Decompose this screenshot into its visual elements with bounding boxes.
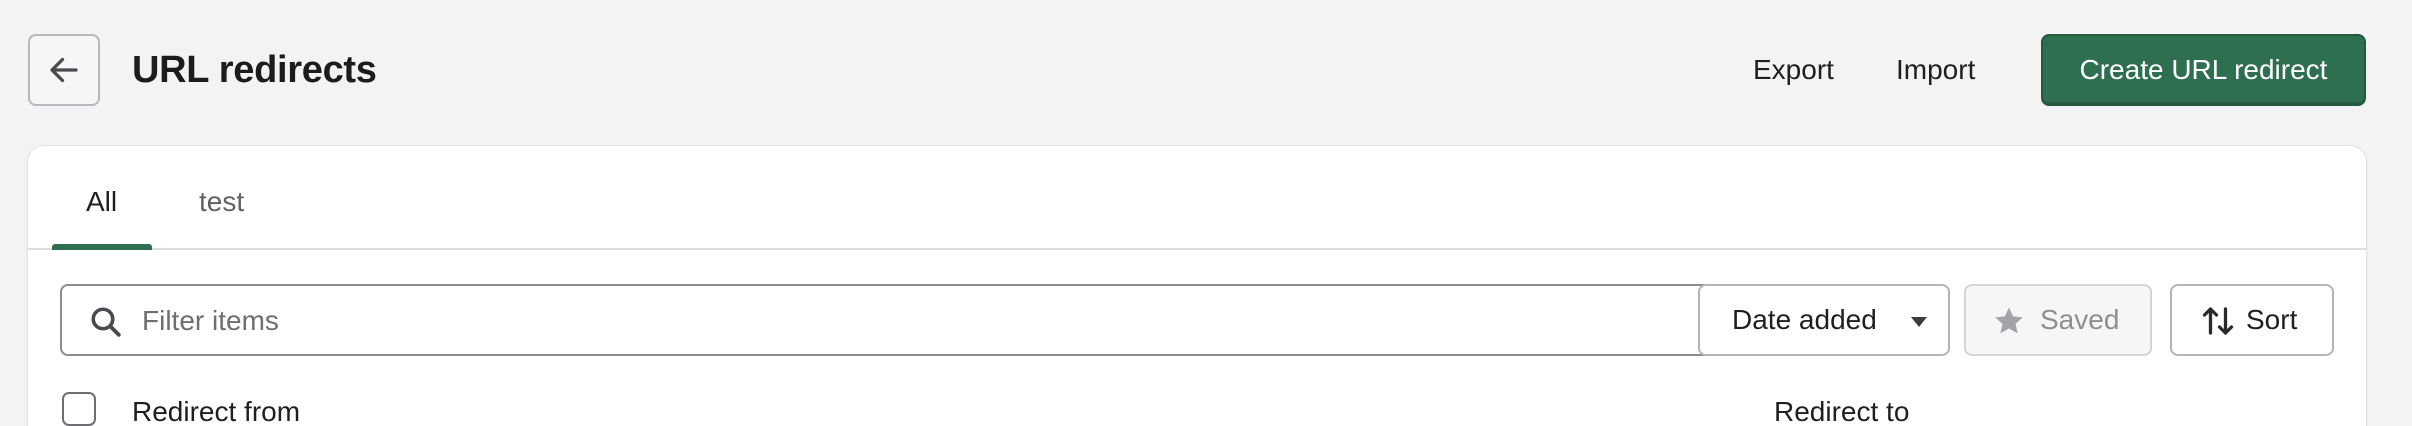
import-button[interactable]: Import [1896, 52, 1975, 88]
tab-all[interactable]: All [86, 184, 117, 220]
export-button[interactable]: Export [1753, 52, 1834, 88]
date-added-filter-button[interactable]: Date added [1698, 284, 1950, 356]
page-title: URL redirects [132, 49, 377, 91]
date-added-label: Date added [1732, 304, 1877, 335]
caret-down-icon [1911, 317, 1927, 327]
redirects-card: All test Date added Saved [28, 146, 2366, 426]
arrow-left-icon [50, 57, 78, 83]
column-header-redirect-from[interactable]: Redirect from [132, 394, 300, 426]
sort-arrows-icon [2202, 307, 2234, 335]
tab-active-indicator [52, 244, 152, 250]
url-redirects-page: URL redirects Export Import Create URL r… [0, 0, 2412, 426]
tab-test[interactable]: test [199, 184, 244, 220]
tab-bar: All test [28, 146, 2366, 250]
sort-button[interactable]: Sort [2170, 284, 2334, 356]
sort-label: Sort [2246, 304, 2298, 335]
create-url-redirect-button[interactable]: Create URL redirect [2041, 34, 2366, 106]
back-button[interactable] [28, 34, 100, 106]
search-input[interactable] [142, 300, 1682, 342]
star-icon [1995, 307, 2023, 334]
saved-button[interactable]: Saved [1964, 284, 2152, 356]
search-icon [91, 307, 121, 337]
saved-label: Saved [2040, 304, 2120, 335]
select-all-checkbox[interactable] [62, 392, 96, 426]
filter-search-field[interactable] [60, 284, 1712, 356]
column-header-redirect-to[interactable]: Redirect to [1774, 394, 1909, 426]
